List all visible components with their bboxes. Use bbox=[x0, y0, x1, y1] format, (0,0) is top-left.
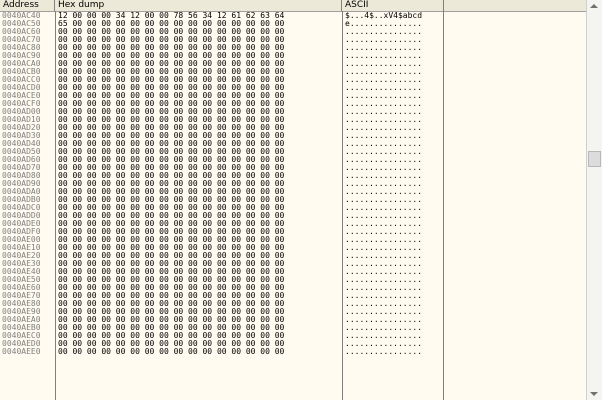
dump-rows: 0040AC40 12 00 00 00 34 12 00 00 78 56 34… bbox=[0, 12, 586, 356]
address-cell[interactable]: 0040AEE0 bbox=[2, 348, 41, 356]
scrollbar-thumb[interactable] bbox=[588, 151, 601, 167]
hex-dump-pane[interactable]: Address Hex dump ASCII 0040AC40 12 00 00 … bbox=[0, 0, 586, 400]
ascii-column-header[interactable]: ASCII bbox=[342, 0, 444, 11]
ascii-cell[interactable]: ................ bbox=[345, 348, 422, 356]
hex-bytes-cell[interactable]: 00 00 00 00 00 00 00 00 00 00 00 00 00 0… bbox=[58, 348, 284, 356]
scroll-up-arrow-icon[interactable] bbox=[590, 4, 598, 8]
hex-dump-column-header[interactable]: Hex dump bbox=[55, 0, 342, 11]
vertical-scrollbar[interactable] bbox=[586, 0, 602, 400]
scroll-down-arrow-icon[interactable] bbox=[590, 392, 598, 396]
address-column-header[interactable]: Address bbox=[0, 0, 55, 11]
dump-row[interactable]: 0040AEE0 00 00 00 00 00 00 00 00 00 00 00… bbox=[0, 348, 586, 356]
